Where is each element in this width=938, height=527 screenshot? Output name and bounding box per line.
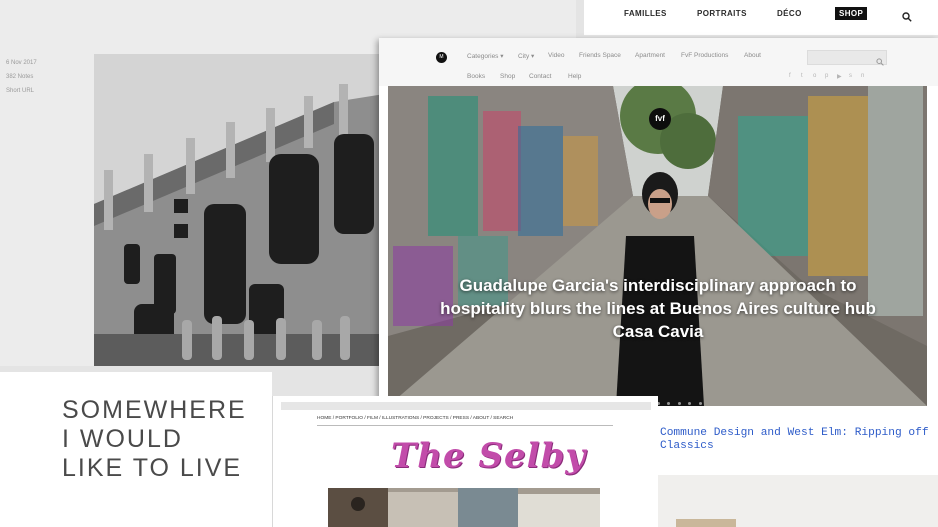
menu-friends-space[interactable]: Friends Space bbox=[579, 52, 621, 59]
typewriter-blog-panel: Commune Design and West Elm: Ripping off… bbox=[658, 415, 938, 527]
post-photo[interactable] bbox=[658, 475, 938, 527]
menu-apartment[interactable]: Apartment bbox=[635, 52, 665, 59]
pinterest-icon[interactable]: p bbox=[825, 73, 828, 79]
browser-strip bbox=[281, 402, 651, 410]
menu-books[interactable]: Books bbox=[467, 73, 485, 80]
hero-image[interactable]: fvf Guadalupe Garcia's interdisciplinary… bbox=[388, 86, 927, 406]
magazine-article-panel: M Categories ▾ City ▾ Video Friends Spac… bbox=[379, 38, 938, 415]
selby-nav[interactable]: HOME / PORTFOLIO / FILM / ILLUSTRATIONS … bbox=[317, 416, 513, 421]
slider-dot[interactable] bbox=[688, 402, 692, 405]
magazine-search-input[interactable] bbox=[807, 50, 887, 65]
newsletter-icon[interactable]: n bbox=[861, 73, 864, 79]
magazine-header: M Categories ▾ City ▾ Video Friends Spac… bbox=[379, 38, 938, 86]
facebook-icon[interactable]: f bbox=[789, 73, 791, 79]
blog-title-line: LIKE TO LIVE bbox=[62, 454, 243, 482]
twitter-icon[interactable]: t bbox=[801, 73, 803, 79]
somewhere-blog-panel: SOMEWHERE I WOULD LIKE TO LIVE bbox=[0, 372, 272, 527]
menu-about[interactable]: About bbox=[744, 52, 761, 59]
selby-logo[interactable]: The Selby bbox=[391, 436, 586, 476]
search-icon[interactable] bbox=[876, 53, 884, 66]
post-meta: 6 Nov 2017 382 Notes Short URL bbox=[6, 56, 37, 98]
slider-dot[interactable] bbox=[667, 402, 671, 405]
instagram-icon[interactable]: o bbox=[813, 73, 816, 79]
magazine-logo[interactable]: M bbox=[436, 52, 447, 63]
menu-shop[interactable]: Shop bbox=[500, 73, 515, 80]
selby-panel: HOME / PORTFOLIO / FILM / ILLUSTRATIONS … bbox=[272, 396, 658, 527]
blog-title-line: I WOULD bbox=[62, 425, 183, 453]
nav-familles[interactable]: FAMILLES bbox=[624, 9, 667, 18]
slider-dot[interactable] bbox=[677, 402, 681, 405]
selby-photo[interactable] bbox=[328, 488, 600, 527]
post-title-link[interactable]: Commune Design and West Elm: Ripping off… bbox=[660, 427, 938, 453]
divider bbox=[317, 425, 613, 426]
blog-title-line: SOMEWHERE bbox=[62, 396, 247, 424]
nav-portraits[interactable]: PORTRAITS bbox=[697, 9, 747, 18]
search-icon[interactable] bbox=[902, 9, 912, 22]
article-headline[interactable]: Guadalupe Garcia's interdisciplinary app… bbox=[428, 274, 888, 343]
menu-city[interactable]: City ▾ bbox=[518, 52, 534, 60]
menu-video[interactable]: Video bbox=[548, 52, 565, 59]
nav-deco[interactable]: DÉCO bbox=[777, 9, 802, 18]
post-date: 6 Nov 2017 bbox=[6, 60, 37, 66]
short-url-link[interactable]: Short URL bbox=[6, 84, 37, 98]
building-photo bbox=[94, 54, 384, 366]
menu-categories[interactable]: Categories ▾ bbox=[467, 52, 504, 60]
youtube-icon[interactable]: ▶ bbox=[837, 73, 842, 80]
menu-help[interactable]: Help bbox=[568, 73, 581, 80]
soundcloud-icon[interactable]: s bbox=[849, 73, 852, 79]
top-nav-strip: FAMILLES PORTRAITS DÉCO SHOP bbox=[584, 0, 938, 36]
nav-shop[interactable]: SHOP bbox=[835, 7, 868, 20]
menu-fvf-productions[interactable]: FvF Productions bbox=[681, 52, 728, 59]
blog-title[interactable]: SOMEWHERE I WOULD LIKE TO LIVE bbox=[62, 396, 247, 483]
post-notes-link[interactable]: 382 Notes bbox=[6, 70, 37, 84]
fvf-badge: fvf bbox=[649, 108, 671, 130]
menu-contact[interactable]: Contact bbox=[529, 73, 551, 80]
slider-dot[interactable] bbox=[698, 402, 702, 405]
